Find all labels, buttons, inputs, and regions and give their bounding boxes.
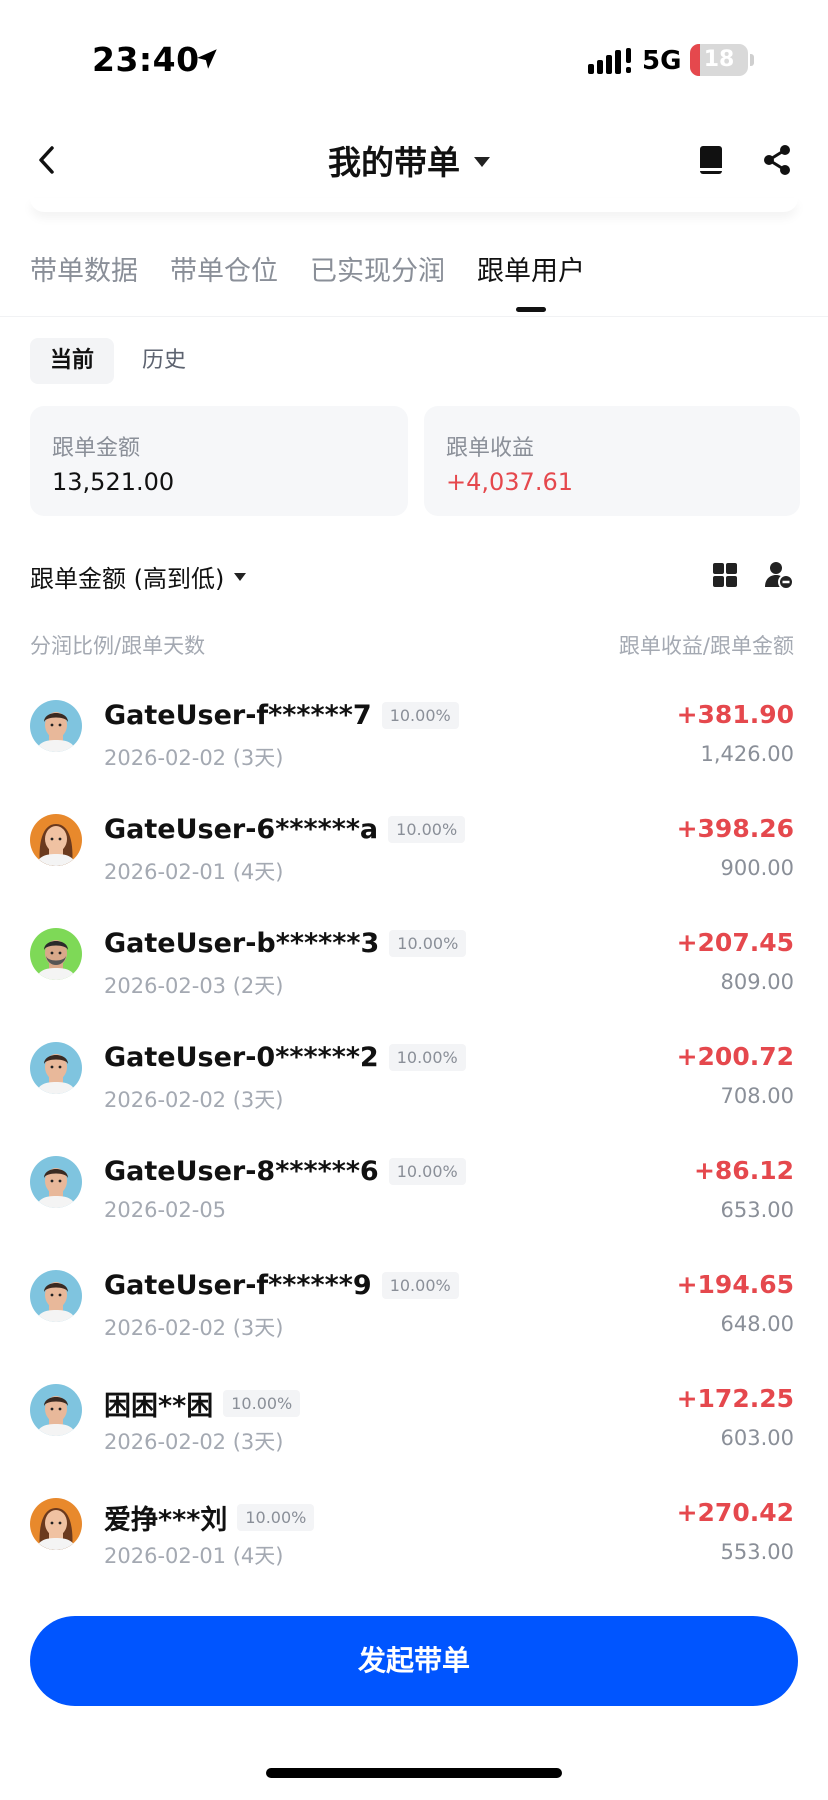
- start-copy-trading-button[interactable]: 发起带单: [30, 1616, 798, 1706]
- avatar: [30, 1156, 82, 1208]
- network-type: 5G: [642, 46, 682, 76]
- battery-icon: 18: [690, 44, 748, 76]
- avatar: [30, 928, 82, 980]
- share-ratio-badge: 10.00%: [389, 930, 467, 957]
- column-header-left: 分润比例/跟单天数: [30, 634, 206, 658]
- follower-amount: 1,426.00: [700, 742, 794, 766]
- book-icon[interactable]: [694, 142, 728, 178]
- follower-profit: +86.12: [693, 1156, 794, 1185]
- page-title: 我的带单: [328, 143, 460, 182]
- caret-down-icon: [474, 157, 490, 167]
- caret-down-icon: [234, 573, 247, 581]
- user-name: GateUser-8******6: [104, 1156, 379, 1187]
- battery-percent: 18: [703, 47, 735, 72]
- share-ratio-badge: 10.00%: [388, 1044, 466, 1071]
- follow-date: 2026-02-02 (3天): [104, 1316, 284, 1340]
- list-item[interactable]: 爱挣***刘 10.00% 2026-02-01 (4天) +270.42 553…: [0, 1484, 828, 1598]
- avatar: [30, 700, 82, 752]
- user-name: 困困**困: [104, 1391, 214, 1422]
- user-name: GateUser-6******a: [104, 814, 379, 845]
- follower-amount: 648.00: [720, 1312, 794, 1336]
- share-ratio-badge: 10.00%: [388, 1158, 466, 1185]
- follower-amount: 603.00: [720, 1426, 794, 1450]
- list-item[interactable]: GateUser-0******2 10.00% 2026-02-02 (3天) …: [0, 1028, 828, 1142]
- location-arrow-icon: [197, 49, 217, 69]
- avatar: [30, 1384, 82, 1436]
- list-item[interactable]: GateUser-f******7 10.00% 2026-02-02 (3天) …: [0, 686, 828, 800]
- share-ratio-badge: 10.00%: [237, 1504, 315, 1531]
- follower-amount: 708.00: [720, 1084, 794, 1108]
- follow-amount-label: 跟单金额: [52, 436, 141, 461]
- user-name: GateUser-f******9: [104, 1270, 372, 1301]
- share-ratio-badge: 10.00%: [388, 816, 466, 843]
- follower-profit: +270.42: [676, 1498, 794, 1527]
- follower-amount: 900.00: [720, 856, 794, 880]
- column-header-right: 跟单收益/跟单金额: [618, 634, 794, 658]
- avatar: [30, 1270, 82, 1322]
- sort-dropdown[interactable]: 跟单金额 (高到低): [30, 556, 247, 596]
- tab-active-indicator: [516, 307, 546, 312]
- tab-bar: 带单数据 带单仓位 已实现分润 跟单用户: [30, 252, 585, 316]
- avatar: [30, 814, 82, 866]
- follow-date: 2026-02-02 (3天): [104, 1088, 284, 1112]
- follower-amount: 553.00: [720, 1540, 794, 1564]
- user-name: GateUser-0******2: [104, 1042, 379, 1073]
- share-ratio-badge: 10.00%: [381, 1272, 459, 1299]
- sort-label: 跟单金额 (高到低): [30, 564, 225, 593]
- period-segment: 当前 历史: [30, 338, 206, 384]
- tab-positions[interactable]: 带单仓位: [170, 252, 278, 316]
- follower-profit: +194.65: [676, 1270, 794, 1299]
- divider: [0, 316, 828, 317]
- nav-bar: 我的带单: [0, 120, 828, 200]
- follower-profit: +172.25: [676, 1384, 794, 1413]
- follow-profit-label: 跟单收益: [446, 436, 535, 461]
- list-item[interactable]: GateUser-6******a 10.00% 2026-02-01 (4天) …: [0, 800, 828, 914]
- segment-current[interactable]: 当前: [30, 338, 115, 384]
- page-title-dropdown[interactable]: 我的带单: [328, 136, 490, 184]
- follow-date: 2026-02-02 (3天): [104, 1430, 284, 1454]
- user-remove-icon[interactable]: [764, 560, 794, 590]
- list-item[interactable]: GateUser-b******3 10.00% 2026-02-03 (2天) …: [0, 914, 828, 1028]
- follow-profit-card: 跟单收益 +4,037.61: [424, 406, 800, 516]
- signal-icon: [588, 48, 631, 74]
- follower-profit: +398.26: [676, 814, 794, 843]
- user-name: GateUser-b******3: [104, 928, 380, 959]
- follower-profit: +207.45: [676, 928, 794, 957]
- user-name: 爱挣***刘: [104, 1505, 228, 1536]
- home-indicator: [266, 1768, 562, 1778]
- share-icon[interactable]: [760, 142, 794, 178]
- tab-trading-data[interactable]: 带单数据: [30, 252, 138, 316]
- avatar: [30, 1042, 82, 1094]
- list-item[interactable]: GateUser-f******9 10.00% 2026-02-02 (3天) …: [0, 1256, 828, 1370]
- segment-history[interactable]: 历史: [122, 338, 206, 384]
- share-ratio-badge: 10.00%: [381, 702, 459, 729]
- follow-date: 2026-02-02 (3天): [104, 746, 284, 770]
- share-ratio-badge: 10.00%: [223, 1390, 301, 1417]
- follow-amount-value: 13,521.00: [52, 468, 175, 496]
- list-item[interactable]: 困困**困 10.00% 2026-02-02 (3天) +172.25 603.…: [0, 1370, 828, 1484]
- follower-amount: 653.00: [720, 1198, 794, 1222]
- follow-date: 2026-02-01 (4天): [104, 1544, 284, 1568]
- follower-profit: +200.72: [676, 1042, 794, 1071]
- battery-nub: [750, 54, 754, 66]
- avatar: [30, 1498, 82, 1550]
- status-time: 23:40: [92, 40, 200, 79]
- follower-amount: 809.00: [720, 970, 794, 994]
- follow-date: 2026-02-03 (2天): [104, 974, 284, 998]
- tab-followers[interactable]: 跟单用户: [477, 252, 585, 316]
- user-name: GateUser-f******7: [104, 700, 372, 731]
- list-item[interactable]: GateUser-8******6 10.00% 2026-02-05 +86.1…: [0, 1142, 828, 1256]
- follower-profit: +381.90: [676, 700, 794, 729]
- follow-date: 2026-02-01 (4天): [104, 860, 284, 884]
- chevron-left-icon[interactable]: [30, 140, 66, 180]
- header-card-edge: [30, 198, 798, 212]
- follow-amount-card: 跟单金额 13,521.00: [30, 406, 408, 516]
- follow-profit-value: +4,037.61: [446, 468, 573, 496]
- grid-view-icon[interactable]: [712, 562, 738, 588]
- tab-realized-profit[interactable]: 已实现分润: [310, 252, 445, 316]
- follow-date: 2026-02-05: [104, 1198, 227, 1222]
- status-bar: 23:40 5G 18: [0, 0, 828, 120]
